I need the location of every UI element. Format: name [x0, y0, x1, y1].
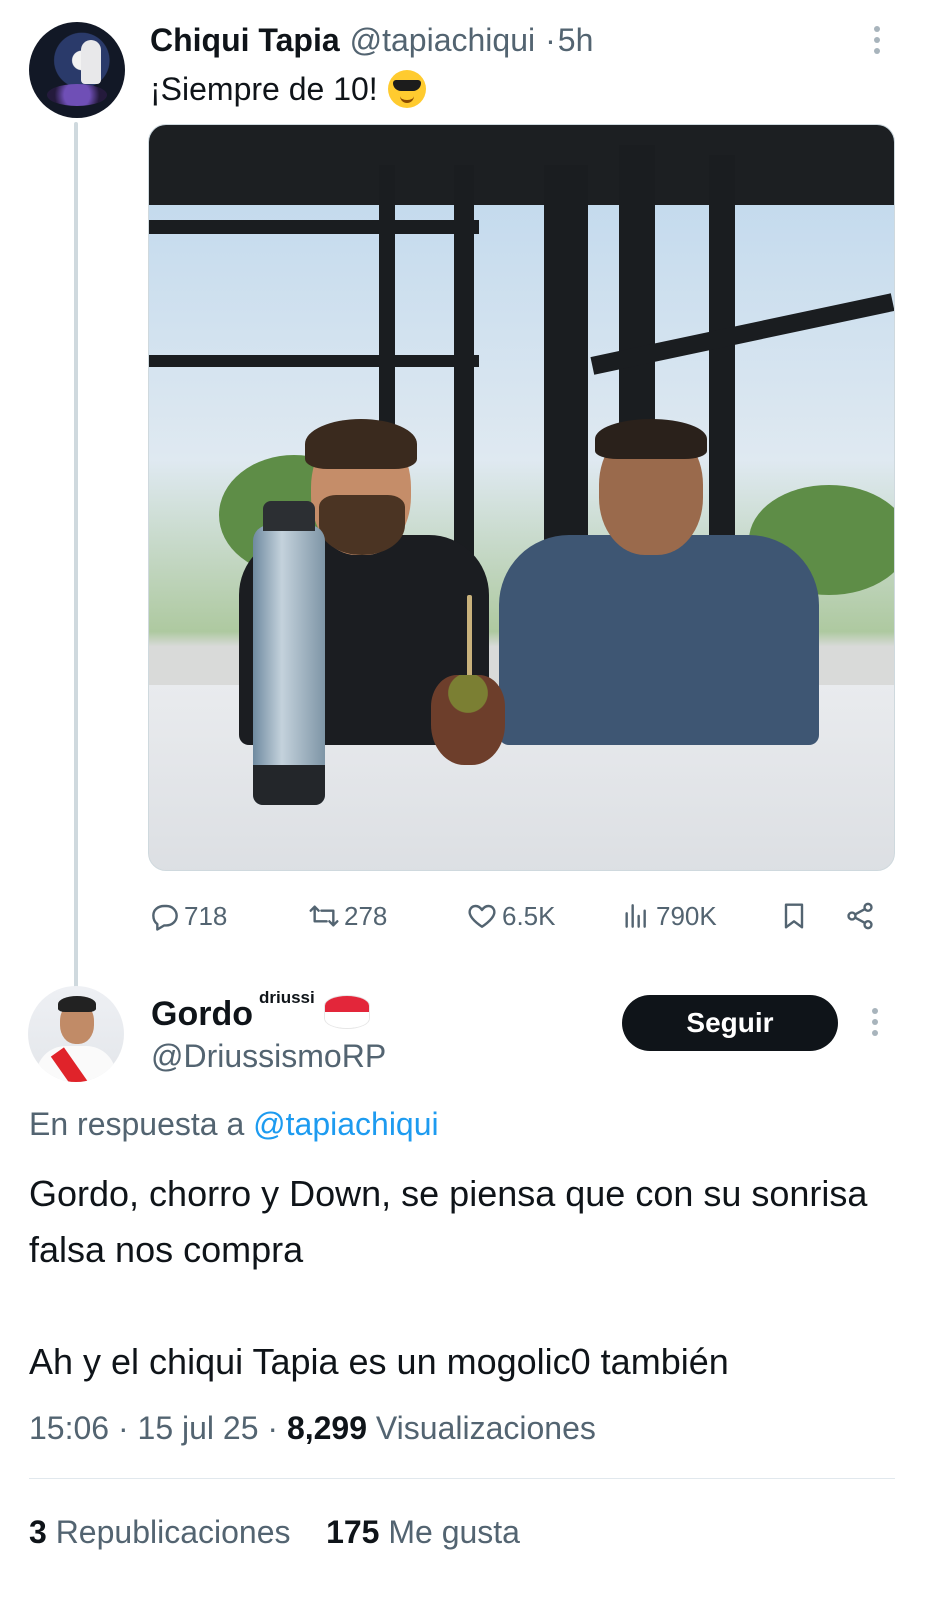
meta-dot: ·: [267, 1410, 279, 1446]
divider: [29, 1478, 895, 1479]
bookmark-action[interactable]: [778, 895, 810, 937]
heart-icon: [468, 904, 496, 928]
tweet-text-content: ¡Siempre de 10!: [150, 70, 378, 107]
reply-views-count: 8,299: [286, 1410, 368, 1446]
views-bar-chart-icon: [625, 904, 646, 928]
avatar-figure: [81, 40, 101, 84]
photo-beam: [149, 220, 479, 234]
reposts-stat-label: Republicaciones: [55, 1514, 291, 1550]
tweet-text: ¡Siempre de 10!: [150, 70, 426, 108]
reply-author-name-suffix: driussi: [258, 988, 315, 1007]
reply-text-paragraph: Gordo, chorro y Down, se piensa que con …: [29, 1173, 868, 1270]
share-icon: [847, 902, 873, 930]
author-handle[interactable]: @tapiachiqui: [350, 22, 535, 59]
replying-to-line: En respuesta a @tapiachiqui: [29, 1106, 439, 1143]
photo-mate-cup: [431, 675, 505, 765]
meta-dot: ·: [117, 1410, 129, 1446]
thread-connector-line: [74, 122, 78, 1000]
reply-icon: [152, 904, 178, 931]
more-options-icon[interactable]: [872, 26, 882, 54]
photo-thermos: [253, 501, 325, 805]
reply-avatar[interactable]: [28, 986, 124, 1082]
likes-stat-label: Me gusta: [388, 1514, 520, 1550]
tweet-photo[interactable]: [148, 124, 895, 871]
reply-count: 718: [184, 900, 228, 931]
reply-stats: 3 Republicaciones 175 Me gusta: [29, 1514, 520, 1551]
like-count: 6.5K: [502, 900, 556, 931]
reposts-stat[interactable]: 3 Republicaciones: [29, 1514, 291, 1550]
reply-views-label: Visualizaciones: [375, 1410, 596, 1446]
photo-beam: [149, 355, 479, 367]
repost-icon: [309, 905, 339, 927]
like-action[interactable]: 6.5K: [466, 895, 556, 937]
reply-date[interactable]: 15 jul 25: [138, 1410, 259, 1446]
reply-author-name[interactable]: Gordo driussi: [151, 988, 369, 1036]
views-action[interactable]: 790K: [620, 895, 717, 937]
bookmark-icon: [784, 903, 804, 929]
sunglasses-emoji-icon: [387, 70, 426, 108]
replying-to-mention[interactable]: @tapiachiqui: [253, 1106, 438, 1142]
photo-ceiling: [149, 125, 894, 205]
reply-text-paragraph: Ah y el chiqui Tapia es un mogolic0 tamb…: [29, 1341, 729, 1382]
header-separator: ·: [545, 22, 556, 58]
red-white-flag-icon: [324, 996, 369, 1028]
reply-action[interactable]: 718: [148, 895, 227, 937]
views-count: 790K: [656, 900, 717, 931]
avatar[interactable]: [29, 22, 125, 118]
reply-author-handle[interactable]: @DriussismoRP: [151, 1038, 386, 1075]
reply-author-name-main: Gordo: [151, 995, 253, 1033]
repost-action[interactable]: 278: [308, 895, 387, 937]
repost-count: 278: [344, 900, 388, 931]
reply-time[interactable]: 15:06: [29, 1410, 109, 1446]
likes-stat-count: 175: [326, 1514, 380, 1550]
photo-beam: [709, 155, 735, 575]
more-options-icon[interactable]: [870, 1008, 880, 1036]
replying-to-prefix: En respuesta a: [29, 1106, 245, 1142]
reply-meta: 15:06 · 15 jul 25 · 8,299 Visualizacione…: [29, 1410, 596, 1447]
avatar-crowd-lights: [47, 84, 107, 106]
avatar-hair: [58, 996, 96, 1012]
follow-button[interactable]: Seguir: [622, 995, 838, 1051]
reposts-stat-count: 3: [29, 1514, 47, 1550]
tweet-time[interactable]: 5h: [558, 22, 594, 59]
share-action[interactable]: [844, 895, 876, 937]
tweet-header: Chiqui Tapia @tapiachiqui · 5h: [150, 22, 593, 58]
author-name[interactable]: Chiqui Tapia: [150, 22, 340, 59]
likes-stat[interactable]: 175 Me gusta: [326, 1514, 520, 1550]
